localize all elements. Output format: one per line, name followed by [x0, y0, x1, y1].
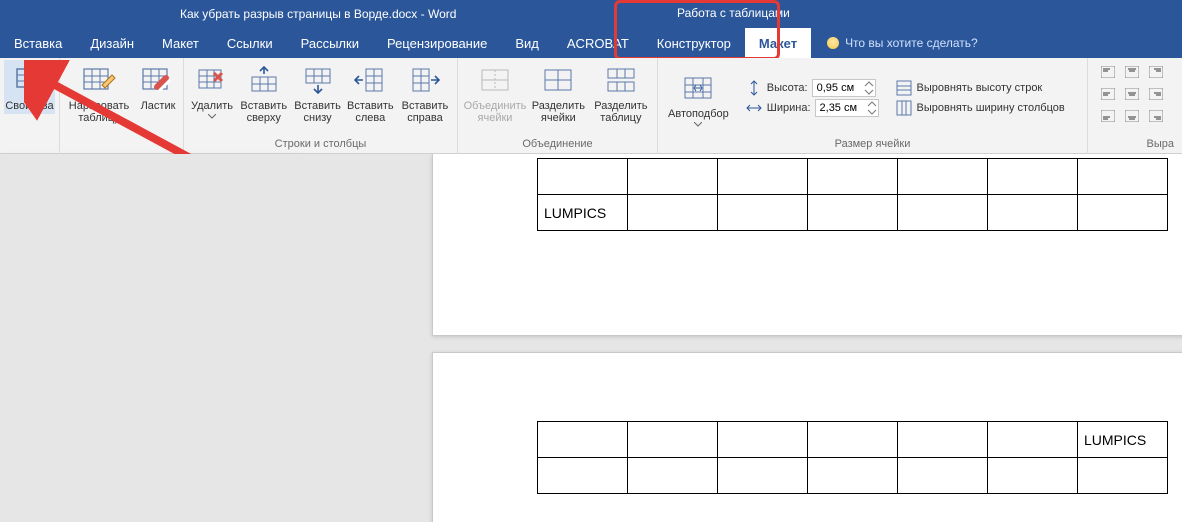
draw-table-icon	[81, 62, 117, 98]
split-table-label: Разделить таблицу	[594, 100, 647, 124]
insert-below-button[interactable]: Вставить снизу	[291, 60, 343, 126]
split-cells-label: Разделить ячейки	[532, 100, 585, 124]
autofit-icon	[680, 70, 716, 106]
split-cells-icon	[540, 62, 576, 98]
contextual-label: Работа с таблицами	[621, 0, 846, 24]
table-row[interactable]: LUMPICS	[538, 195, 1168, 231]
insert-left-button[interactable]: Вставить слева	[344, 60, 397, 126]
merge-group-label: Объединение	[462, 136, 653, 154]
align-top-left[interactable]	[1096, 62, 1120, 82]
insert-left-icon	[352, 62, 388, 98]
align-bot-center[interactable]	[1120, 106, 1144, 126]
page-1[interactable]: LUMPICS	[432, 154, 1182, 336]
insert-right-icon	[407, 62, 443, 98]
distribute-rows-label: Выровнять высоту строк	[917, 82, 1043, 94]
insert-above-button[interactable]: Вставить сверху	[236, 60, 291, 126]
tab-acrobat[interactable]: ACROBAT	[553, 28, 643, 58]
doc-name: Как убрать разрыв страницы в Ворде.docx	[180, 7, 417, 21]
document-title: Как убрать разрыв страницы в Ворде.docx …	[0, 7, 456, 21]
chevron-down-icon	[208, 114, 216, 119]
split-cells-button[interactable]: Разделить ячейки	[528, 60, 589, 126]
distribute-cols-icon	[895, 99, 913, 117]
insert-right-label: Вставить справа	[402, 100, 449, 124]
ribbon: Свойства Нарисовать таблицу Ластик	[0, 58, 1182, 154]
tab-insert[interactable]: Вставка	[0, 28, 76, 58]
delete-label: Удалить	[191, 100, 233, 112]
distribute-cols-button[interactable]: Выровнять ширину столбцов	[895, 99, 1065, 117]
draw-table-button[interactable]: Нарисовать таблицу	[64, 60, 134, 126]
insert-below-label: Вставить снизу	[294, 100, 341, 124]
eraser-icon	[140, 62, 176, 98]
align-top-right[interactable]	[1144, 62, 1168, 82]
tab-review[interactable]: Рецензирование	[373, 28, 501, 58]
document-area[interactable]: LUMPICS LUMPICS	[0, 154, 1182, 522]
column-width-control[interactable]: Ширина:	[745, 99, 879, 117]
split-table-button[interactable]: Разделить таблицу	[589, 60, 653, 126]
delete-icon	[194, 62, 230, 98]
insert-above-icon	[246, 62, 282, 98]
tab-references[interactable]: Ссылки	[213, 28, 287, 58]
page-2[interactable]: LUMPICS	[432, 352, 1182, 522]
delete-button[interactable]: Удалить	[188, 60, 236, 121]
table-row[interactable]: LUMPICS	[538, 422, 1168, 458]
table-2[interactable]: LUMPICS	[537, 421, 1168, 494]
contextual-tab-group: Работа с таблицами	[615, 0, 852, 24]
insert-below-icon	[300, 62, 336, 98]
height-icon	[745, 79, 763, 97]
draw-table-label: Нарисовать таблицу	[69, 100, 129, 124]
properties-label: Свойства	[5, 100, 53, 112]
app-name: Word	[428, 7, 456, 21]
lightbulb-icon	[827, 37, 839, 49]
height-label: Высота:	[767, 82, 808, 94]
align-mid-left[interactable]	[1096, 84, 1120, 104]
tab-layout[interactable]: Макет	[148, 28, 213, 58]
table-properties-button[interactable]: Свойства	[4, 60, 55, 114]
align-mid-right[interactable]	[1144, 84, 1168, 104]
properties-icon	[12, 62, 48, 98]
align-top-center[interactable]	[1120, 62, 1144, 82]
width-label: Ширина:	[767, 102, 811, 114]
align-bot-right[interactable]	[1144, 106, 1168, 126]
alignment-grid[interactable]	[1096, 62, 1168, 82]
tab-mailings[interactable]: Рассылки	[287, 28, 373, 58]
alignment-group-label: Выра	[1092, 136, 1174, 154]
distribute-cols-label: Выровнять ширину столбцов	[917, 102, 1065, 114]
insert-above-label: Вставить сверху	[240, 100, 287, 124]
width-icon	[745, 99, 763, 117]
table-cell-lumpics[interactable]: LUMPICS	[538, 195, 628, 231]
autofit-label: Автоподбор	[668, 108, 729, 120]
eraser-label: Ластик	[141, 100, 176, 112]
insert-right-button[interactable]: Вставить справа	[397, 60, 453, 126]
tell-me-search[interactable]: Что вы хотите сделать?	[827, 36, 978, 50]
tell-me-placeholder: Что вы хотите сделать?	[845, 36, 978, 50]
eraser-button[interactable]: Ластик	[134, 60, 182, 114]
table-row[interactable]	[538, 159, 1168, 195]
split-table-icon	[603, 62, 639, 98]
merge-cells-label: Объединить ячейки	[464, 100, 527, 124]
row-height-control[interactable]: Высота:	[745, 79, 879, 97]
align-bot-left[interactable]	[1096, 106, 1120, 126]
merge-cells-icon	[477, 62, 513, 98]
chevron-down-icon	[694, 122, 702, 127]
cell-size-group-label: Размер ячейки	[662, 136, 1083, 154]
tab-design[interactable]: Дизайн	[76, 28, 148, 58]
table-row[interactable]	[538, 458, 1168, 494]
tab-view[interactable]: Вид	[501, 28, 553, 58]
table-cell-lumpics[interactable]: LUMPICS	[1078, 422, 1168, 458]
tab-table-layout[interactable]: Макет	[745, 28, 811, 58]
distribute-rows-icon	[895, 79, 913, 97]
align-mid-center[interactable]	[1120, 84, 1144, 104]
rows-cols-group-label: Строки и столбцы	[188, 136, 453, 154]
tab-table-design[interactable]: Конструктор	[643, 28, 745, 58]
title-sep: -	[421, 7, 428, 21]
insert-left-label: Вставить слева	[347, 100, 394, 124]
merge-cells-button: Объединить ячейки	[462, 60, 528, 126]
distribute-rows-button[interactable]: Выровнять высоту строк	[895, 79, 1065, 97]
ribbon-tabbar: Вставка Дизайн Макет Ссылки Рассылки Рец…	[0, 28, 1182, 58]
title-bar: Как убрать разрыв страницы в Ворде.docx …	[0, 0, 1182, 28]
autofit-button[interactable]: Автоподбор	[662, 68, 735, 129]
table-1[interactable]: LUMPICS	[537, 158, 1168, 231]
